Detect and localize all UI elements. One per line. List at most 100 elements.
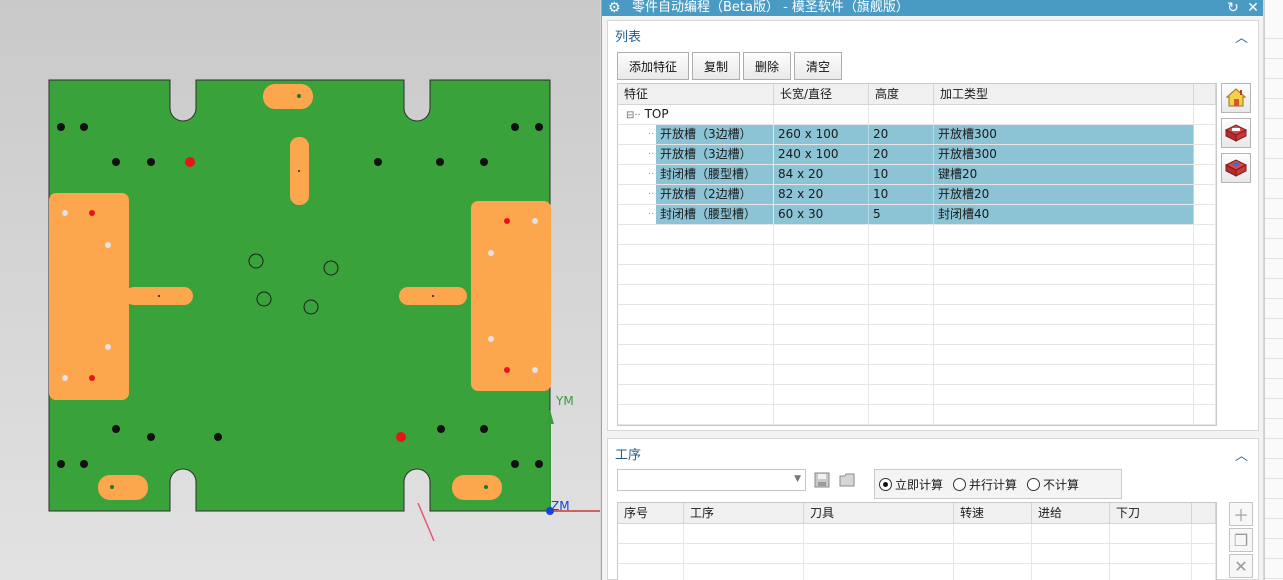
column-header[interactable]: 长宽/直径 [774, 84, 869, 104]
table-row[interactable] [618, 564, 1216, 580]
column-header[interactable]: 序号 [618, 503, 684, 523]
pocket-left [49, 193, 129, 400]
process-section: 工序 ︿ ▼ 立即计算 并行计算 不计算 序号 工序 刀具 转速 进给 下刀 ＋… [607, 438, 1259, 580]
column-header[interactable]: 加工类型 [934, 84, 1194, 104]
height-cell[interactable]: 5 [869, 205, 934, 224]
table-row[interactable]: ·· 封闭槽（腰型槽） 60 x 30 5 封闭槽40 [618, 205, 1216, 225]
empty-row [618, 365, 1216, 385]
table-row[interactable]: ·· 开放槽（3边槽） 240 x 100 20 开放槽300 [618, 145, 1216, 165]
column-header[interactable]: 转速 [954, 503, 1032, 523]
empty-row [618, 325, 1216, 345]
copy-button[interactable]: 复制 [692, 52, 741, 80]
feature-cell[interactable]: ·· 开放槽（3边槽） [618, 145, 774, 164]
column-header[interactable]: 下刀 [1110, 503, 1192, 523]
waist-slot-bottom-right [452, 475, 502, 500]
size-cell[interactable]: 60 x 30 [774, 205, 869, 224]
table-row[interactable]: ·· 开放槽（2边槽） 82 x 20 10 开放槽20 [618, 185, 1216, 205]
clear-button[interactable]: 清空 [794, 52, 843, 80]
feature-cell[interactable]: ·· 封闭槽（腰型槽） [618, 165, 774, 184]
dialog-title: 零件自动编程（Beta版） - 模圣软件（旗舰版） [632, 0, 909, 15]
empty-row [618, 265, 1216, 285]
table-row[interactable] [618, 544, 1216, 564]
column-header-empty [1192, 503, 1216, 523]
tree-root-row[interactable]: ⊟·· TOP [618, 105, 1216, 125]
graphics-viewport[interactable]: YM ZM [0, 0, 600, 580]
box-pocket-icon[interactable] [1221, 153, 1251, 183]
size-cell[interactable]: 260 x 100 [774, 125, 869, 144]
type-cell[interactable]: 键槽20 [934, 165, 1194, 184]
chevron-up-icon[interactable]: ︿ [1235, 27, 1248, 46]
radio-dot[interactable] [879, 477, 892, 491]
chevron-up-icon[interactable]: ︿ [1235, 445, 1248, 464]
table-row[interactable]: ·· 开放槽（3边槽） 260 x 100 20 开放槽300 [618, 125, 1216, 145]
title-bar: ⚙ 零件自动编程（Beta版） - 模圣软件（旗舰版） ↻ ✕ [602, 0, 1263, 16]
empty-row [618, 345, 1216, 365]
save-icon[interactable] [811, 469, 833, 491]
feature-table-header: 特征 长宽/直径 高度 加工类型 [618, 84, 1216, 105]
part-model [48, 79, 600, 542]
waist-slot-top [263, 84, 313, 109]
table-row[interactable] [618, 524, 1216, 544]
empty-row [618, 405, 1216, 425]
house-icon[interactable] [1221, 83, 1251, 113]
list-section: 列表 ︿ 添加特征 复制 删除 清空 特征 长宽/直径 高度 加工类型 ⊟·· … [607, 20, 1259, 431]
type-cell[interactable]: 开放槽20 [934, 185, 1194, 204]
list-section-header[interactable]: 列表 ︿ [608, 21, 1258, 49]
feature-cell[interactable]: ·· 开放槽（2边槽） [618, 185, 774, 204]
empty-row [618, 225, 1216, 245]
operation-table[interactable]: 序号 工序 刀具 转速 进给 下刀 [617, 502, 1217, 580]
feature-table[interactable]: 特征 长宽/直径 高度 加工类型 ⊟·· TOP ·· 开放槽（3边槽） 260 x… [617, 83, 1217, 426]
height-cell[interactable]: 10 [869, 185, 934, 204]
add-icon[interactable]: ＋ [1229, 502, 1253, 526]
type-cell[interactable]: 封闭槽40 [934, 205, 1194, 224]
close-icon[interactable]: ✕ [1243, 1, 1263, 15]
delete-button[interactable]: 删除 [743, 52, 792, 80]
chevron-down-icon[interactable]: ▼ [794, 474, 801, 484]
operation-combo[interactable]: ▼ [617, 469, 806, 491]
refresh-icon[interactable]: ↻ [1223, 1, 1243, 15]
box-slot-icon[interactable] [1221, 118, 1251, 148]
column-header-empty [1194, 84, 1216, 104]
size-cell[interactable]: 240 x 100 [774, 145, 869, 164]
empty-row [618, 305, 1216, 325]
tree-collapse-icon[interactable]: ⊟·· [626, 110, 641, 121]
radio-label: 立即计算 [895, 477, 944, 492]
type-cell[interactable]: 开放槽300 [934, 145, 1194, 164]
radio-label: 不计算 [1043, 477, 1080, 492]
size-cell[interactable]: 84 x 20 [774, 165, 869, 184]
calc-parallel-radio[interactable]: 并行计算 [953, 476, 1017, 493]
height-cell[interactable]: 20 [869, 125, 934, 144]
column-header[interactable]: 进给 [1032, 503, 1110, 523]
gear-icon: ⚙ [608, 0, 621, 16]
y-axis-label: YM [556, 394, 574, 408]
column-header[interactable]: 特征 [618, 84, 774, 104]
height-cell[interactable]: 20 [869, 145, 934, 164]
copy-icon[interactable]: ❐ [1229, 528, 1253, 552]
operation-table-header: 序号 工序 刀具 转速 进给 下刀 [618, 503, 1216, 524]
radio-dot[interactable] [1027, 477, 1041, 491]
calc-none-radio[interactable]: 不计算 [1027, 476, 1079, 493]
feature-cell[interactable]: ·· 开放槽（3边槽） [618, 125, 774, 144]
waist-slot-bottom-left [98, 475, 148, 500]
column-header[interactable]: 工序 [684, 503, 804, 523]
process-section-header[interactable]: 工序 ︿ [608, 439, 1258, 467]
column-header[interactable]: 高度 [869, 84, 934, 104]
feature-cell[interactable]: ·· 封闭槽（腰型槽） [618, 205, 774, 224]
auto-programming-dialog: ⚙ 零件自动编程（Beta版） - 模圣软件（旗舰版） ↻ ✕ 列表 ︿ 添加特… [601, 0, 1263, 580]
z-axis-label: ZM [551, 499, 570, 513]
add-feature-button[interactable]: 添加特征 [617, 52, 690, 80]
type-cell[interactable]: 开放槽300 [934, 125, 1194, 144]
height-cell[interactable]: 10 [869, 165, 934, 184]
column-header[interactable]: 刀具 [804, 503, 954, 523]
empty-row [618, 245, 1216, 265]
empty-row [618, 285, 1216, 305]
radio-dot[interactable] [953, 477, 967, 491]
radio-label: 并行计算 [969, 477, 1018, 492]
calc-immediate-radio[interactable]: 立即计算 [879, 476, 943, 493]
table-row[interactable]: ·· 封闭槽（腰型槽） 84 x 20 10 键槽20 [618, 165, 1216, 185]
delete-icon[interactable]: ✕ [1229, 554, 1253, 578]
size-cell[interactable]: 82 x 20 [774, 185, 869, 204]
tree-root-label: TOP [644, 107, 669, 121]
folder-icon[interactable] [836, 469, 858, 491]
right-edge-panel [1264, 0, 1283, 580]
